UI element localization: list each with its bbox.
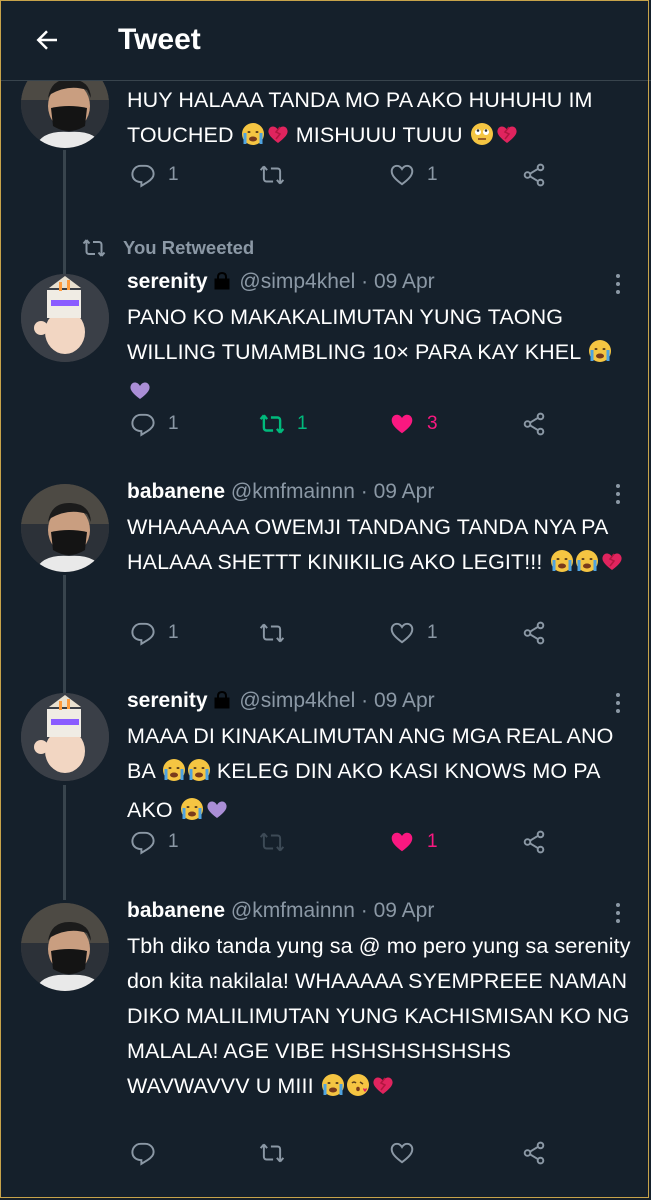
tweet-actions: 1 1 3 bbox=[0, 411, 651, 451]
retweet-button[interactable]: 1 bbox=[259, 411, 308, 437]
tweet-text: Tbh diko tanda yung sa @ mo pero yung sa… bbox=[127, 929, 632, 1108]
tweet-text: HUY HALAAA TANDA MO PA AKO HUHUHU IM TOU… bbox=[127, 83, 637, 157]
tweet-author: babanene @kmfmainnn · 09 Apr bbox=[127, 899, 435, 922]
rolling-eyes-emoji bbox=[470, 122, 494, 157]
share-icon bbox=[523, 830, 545, 854]
retweet-button[interactable] bbox=[259, 1140, 297, 1166]
top-bar: Tweet bbox=[0, 0, 651, 81]
username[interactable]: @kmfmainnn bbox=[231, 480, 355, 503]
retweet-icon bbox=[259, 414, 285, 434]
heart-icon bbox=[391, 832, 413, 852]
lock-icon bbox=[214, 690, 230, 715]
crying-face-emoji bbox=[241, 122, 265, 157]
more-button[interactable] bbox=[606, 269, 630, 299]
reply-button[interactable]: 1 bbox=[130, 829, 179, 855]
like-button[interactable]: 1 bbox=[389, 162, 438, 188]
more-button[interactable] bbox=[606, 898, 630, 928]
lock-icon bbox=[214, 271, 230, 296]
retweet-button[interactable] bbox=[259, 162, 297, 188]
username[interactable]: @simp4khel bbox=[239, 270, 355, 293]
share-icon bbox=[523, 621, 545, 645]
retweet-icon bbox=[259, 832, 285, 852]
share-icon bbox=[523, 1141, 545, 1165]
purple-heart-emoji bbox=[205, 797, 229, 832]
kissing-face-emoji bbox=[346, 1073, 370, 1108]
retweet-button[interactable] bbox=[259, 620, 297, 646]
reply-button[interactable]: 1 bbox=[130, 620, 179, 646]
like-button[interactable]: 3 bbox=[389, 411, 438, 437]
heart-icon bbox=[391, 414, 413, 434]
share-button[interactable] bbox=[521, 162, 547, 188]
page-title: Tweet bbox=[118, 23, 201, 56]
heart-emoji bbox=[266, 122, 290, 157]
share-button[interactable] bbox=[521, 411, 547, 437]
tweet-actions: 1 1 bbox=[0, 162, 651, 202]
tweet-actions bbox=[0, 1140, 651, 1180]
display-name[interactable]: serenity bbox=[127, 270, 208, 293]
retweet-icon bbox=[259, 165, 285, 185]
share-button[interactable] bbox=[521, 829, 547, 855]
purple-heart-emoji bbox=[128, 378, 152, 413]
crying-face-emoji bbox=[187, 758, 211, 793]
tweet-text: MAAA DI KINAKALIMUTAN ANG MGA REAL ANO B… bbox=[127, 719, 632, 832]
tweet-author: babanene @kmfmainnn · 09 Apr bbox=[127, 480, 435, 503]
retweet-icon bbox=[259, 623, 285, 643]
arrow-left-icon bbox=[36, 30, 57, 50]
avatar[interactable] bbox=[21, 693, 109, 781]
timestamp[interactable]: 09 Apr bbox=[374, 480, 435, 503]
heart-icon bbox=[390, 164, 414, 186]
retweet-icon bbox=[259, 1143, 285, 1163]
display-name[interactable]: babanene bbox=[127, 480, 225, 503]
reply-icon bbox=[131, 164, 155, 188]
retweet-indicator: You Retweeted bbox=[82, 236, 254, 260]
reply-icon bbox=[131, 831, 155, 855]
username[interactable]: @kmfmainnn bbox=[231, 899, 355, 922]
crying-face-emoji bbox=[321, 1073, 345, 1108]
retweet-icon bbox=[82, 239, 106, 257]
crying-face-emoji bbox=[180, 797, 204, 832]
reply-button[interactable] bbox=[130, 1140, 168, 1166]
like-button[interactable]: 1 bbox=[389, 829, 438, 855]
avatar[interactable] bbox=[21, 274, 109, 362]
share-icon bbox=[523, 163, 545, 187]
display-name[interactable]: serenity bbox=[127, 689, 208, 712]
display-name[interactable]: babanene bbox=[127, 899, 225, 922]
like-button[interactable]: 1 bbox=[389, 620, 438, 646]
timestamp[interactable]: 09 Apr bbox=[374, 270, 435, 293]
avatar[interactable] bbox=[21, 484, 109, 572]
tweet-author: serenity @simp4khel · 09 Apr bbox=[127, 689, 435, 715]
reply-icon bbox=[131, 1142, 155, 1166]
crying-face-emoji bbox=[162, 758, 186, 793]
heart-icon bbox=[390, 1142, 414, 1164]
timestamp[interactable]: 09 Apr bbox=[374, 689, 435, 712]
heart-emoji bbox=[371, 1073, 395, 1108]
like-button[interactable] bbox=[389, 1140, 427, 1166]
heart-emoji bbox=[600, 549, 624, 584]
retweet-button[interactable] bbox=[259, 829, 297, 855]
crying-face-emoji bbox=[550, 549, 574, 584]
share-button[interactable] bbox=[521, 1140, 547, 1166]
timestamp[interactable]: 09 Apr bbox=[374, 899, 435, 922]
crying-face-emoji bbox=[575, 549, 599, 584]
tweet-text: WHAAAAAA OWEMJI TANDANG TANDA NYA PA HAL… bbox=[127, 510, 632, 584]
reply-button[interactable]: 1 bbox=[130, 411, 179, 437]
tweet-actions: 1 1 bbox=[0, 829, 651, 869]
tweet-author: serenity @simp4khel · 09 Apr bbox=[127, 270, 435, 296]
tweet-text: PANO KO MAKAKALIMUTAN YUNG TAONG WILLING… bbox=[127, 300, 632, 413]
avatar[interactable] bbox=[21, 903, 109, 991]
heart-emoji bbox=[495, 122, 519, 157]
reply-button[interactable]: 1 bbox=[130, 162, 179, 188]
more-button[interactable] bbox=[606, 688, 630, 718]
tweet-actions: 1 1 bbox=[0, 620, 651, 660]
reply-icon bbox=[131, 622, 155, 646]
reply-icon bbox=[131, 413, 155, 437]
share-icon bbox=[523, 412, 545, 436]
heart-icon bbox=[390, 622, 414, 644]
username[interactable]: @simp4khel bbox=[239, 689, 355, 712]
more-button[interactable] bbox=[606, 479, 630, 509]
back-button[interactable] bbox=[18, 11, 76, 69]
share-button[interactable] bbox=[521, 620, 547, 646]
crying-face-emoji bbox=[588, 339, 612, 374]
